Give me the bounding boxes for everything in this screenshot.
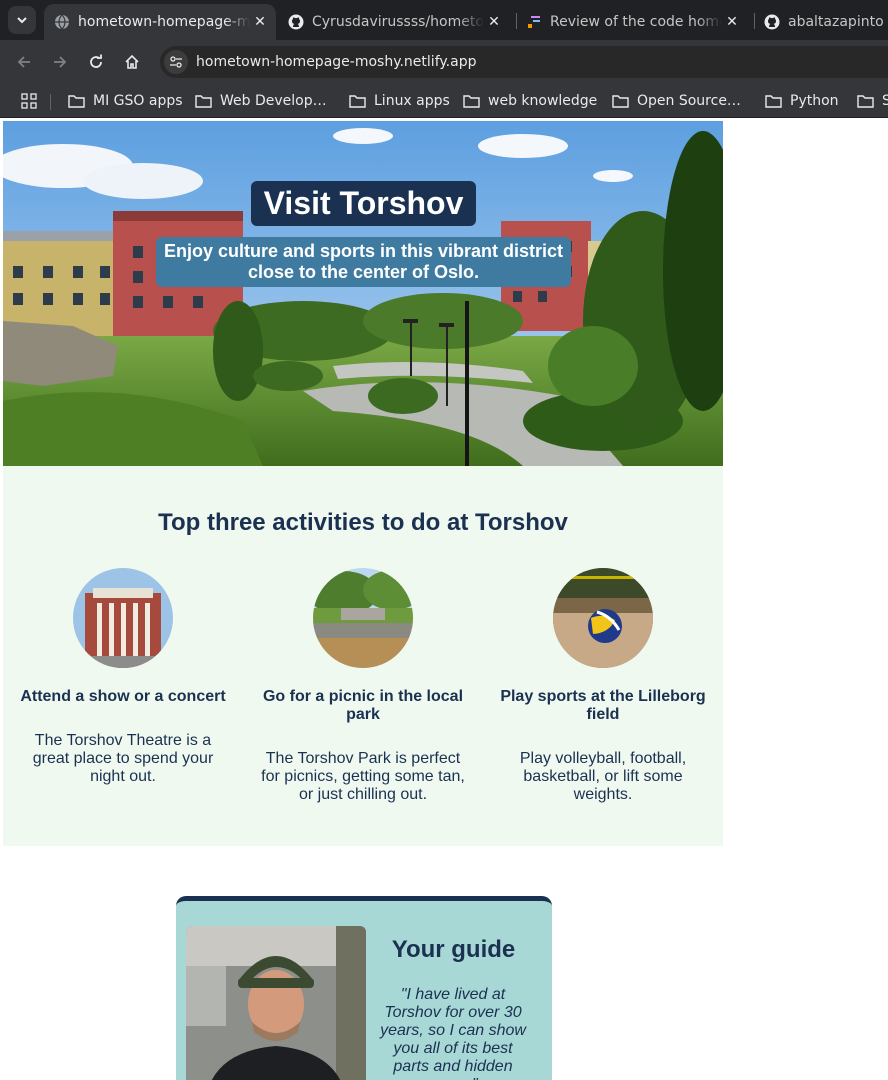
arrow-left-icon [17, 56, 30, 68]
activity-card: Attend a show or a concert The Torshov T… [13, 568, 233, 786]
reload-button[interactable] [84, 50, 108, 74]
folder-icon [195, 95, 212, 108]
hero-title: Visit Torshov [251, 181, 476, 226]
bookmarks-divider [50, 94, 51, 110]
activity-title: Go for a picnic in the local park [262, 688, 464, 723]
tab-title: hometown-homepage-m [78, 14, 250, 30]
activity-description: The Torshov Park is perfect for picnics,… [261, 750, 465, 803]
bookmark-folder[interactable]: MI GSO apps [68, 91, 183, 111]
apps-grid-icon [21, 93, 37, 109]
tab-title: abaltazapinto ( [788, 14, 888, 30]
arrow-right-icon [54, 56, 67, 68]
tab-github-profile[interactable]: abaltazapinto ( [754, 4, 888, 40]
tab-title: Review of the code home [550, 14, 722, 30]
url-text: hometown-homepage-moshy.netlify.app [196, 54, 477, 70]
bookmark-folder[interactable]: S [857, 91, 888, 111]
address-bar[interactable]: hometown-homepage-moshy.netlify.app [160, 46, 888, 78]
tab-hometown-homepage[interactable]: hometown-homepage-m ✕ [44, 4, 276, 40]
activity-description: Play volleyball, football, basketball, o… [519, 750, 687, 803]
globe-icon [54, 14, 70, 30]
back-button[interactable] [12, 50, 36, 74]
github-icon [764, 14, 780, 30]
theatre-image [73, 568, 173, 668]
close-tab-icon[interactable]: ✕ [484, 14, 504, 30]
bookmark-folder[interactable]: Python [765, 91, 839, 111]
bookmark-label: MI GSO apps [93, 93, 183, 109]
guide-card: Your guide "I have lived at Torshov for … [176, 896, 552, 1080]
tab-code-review[interactable]: Review of the code home ✕ [516, 4, 748, 40]
web-page: Visit Torshov Enjoy culture and sports i… [3, 121, 888, 1080]
activity-title: Attend a show or a concert [20, 688, 226, 705]
home-button[interactable] [120, 50, 144, 74]
tab-title: Cyrusdavirussss/hometo [312, 14, 484, 30]
bookmark-label: S [882, 93, 888, 109]
forward-button[interactable] [48, 50, 72, 74]
bookmarks-bar: MI GSO apps Web Develop… Linux apps web … [0, 84, 888, 118]
bookmark-label: Open Source… [637, 93, 741, 109]
close-tab-icon[interactable]: ✕ [250, 14, 270, 30]
tab-search-button[interactable] [8, 6, 36, 34]
site-info-icon[interactable] [164, 50, 188, 74]
close-tab-icon[interactable]: ✕ [722, 14, 742, 30]
bookmark-folder[interactable]: Open Source… [612, 91, 741, 111]
activity-card: Play sports at the Lilleborg field Play … [493, 568, 713, 804]
bookmark-folder[interactable]: Web Develop… [195, 91, 327, 111]
volleyball-image [553, 568, 653, 668]
folder-icon [857, 95, 874, 108]
bookmark-label: Web Develop… [220, 93, 327, 109]
tab-github-repo[interactable]: Cyrusdavirussss/hometo ✕ [278, 4, 510, 40]
activity-description: The Torshov Theatre is a great place to … [32, 732, 214, 785]
browser-tab-bar: hometown-homepage-m ✕ Cyrusdavirussss/ho… [0, 0, 888, 40]
bookmark-label: web knowledge [488, 93, 598, 109]
bookmark-folder[interactable]: web knowledge [463, 91, 597, 111]
activity-card: Go for a picnic in the local park The To… [253, 568, 473, 804]
hero-section: Visit Torshov Enjoy culture and sports i… [3, 121, 723, 466]
folder-icon [349, 95, 366, 108]
bookmark-label: Linux apps [374, 93, 450, 109]
review-icon [526, 14, 542, 30]
folder-icon [612, 95, 629, 108]
hero-subtitle: Enjoy culture and sports in this vibrant… [156, 237, 571, 287]
github-icon [288, 14, 304, 30]
guide-title: Your guide [391, 936, 516, 963]
chevron-down-icon [17, 17, 27, 24]
activities-section: Top three activities to do at Torshov At… [3, 466, 723, 846]
park-image [313, 568, 413, 668]
bookmark-folder[interactable]: Linux apps [349, 91, 450, 111]
folder-icon [765, 95, 782, 108]
guide-quote: "I have lived at Torshov for over 30 yea… [380, 986, 526, 1080]
reload-icon [90, 54, 102, 68]
folder-icon [463, 95, 480, 108]
bookmark-label: Python [790, 93, 839, 109]
torshov-hero-image [3, 121, 723, 466]
browser-toolbar: hometown-homepage-moshy.netlify.app [0, 40, 888, 84]
guide-photo [186, 926, 366, 1080]
activities-heading: Top three activities to do at Torshov [158, 509, 568, 536]
home-icon [125, 54, 139, 69]
apps-button[interactable] [21, 91, 45, 111]
activity-title: Play sports at the Lilleborg field [500, 688, 706, 723]
folder-icon [68, 95, 85, 108]
